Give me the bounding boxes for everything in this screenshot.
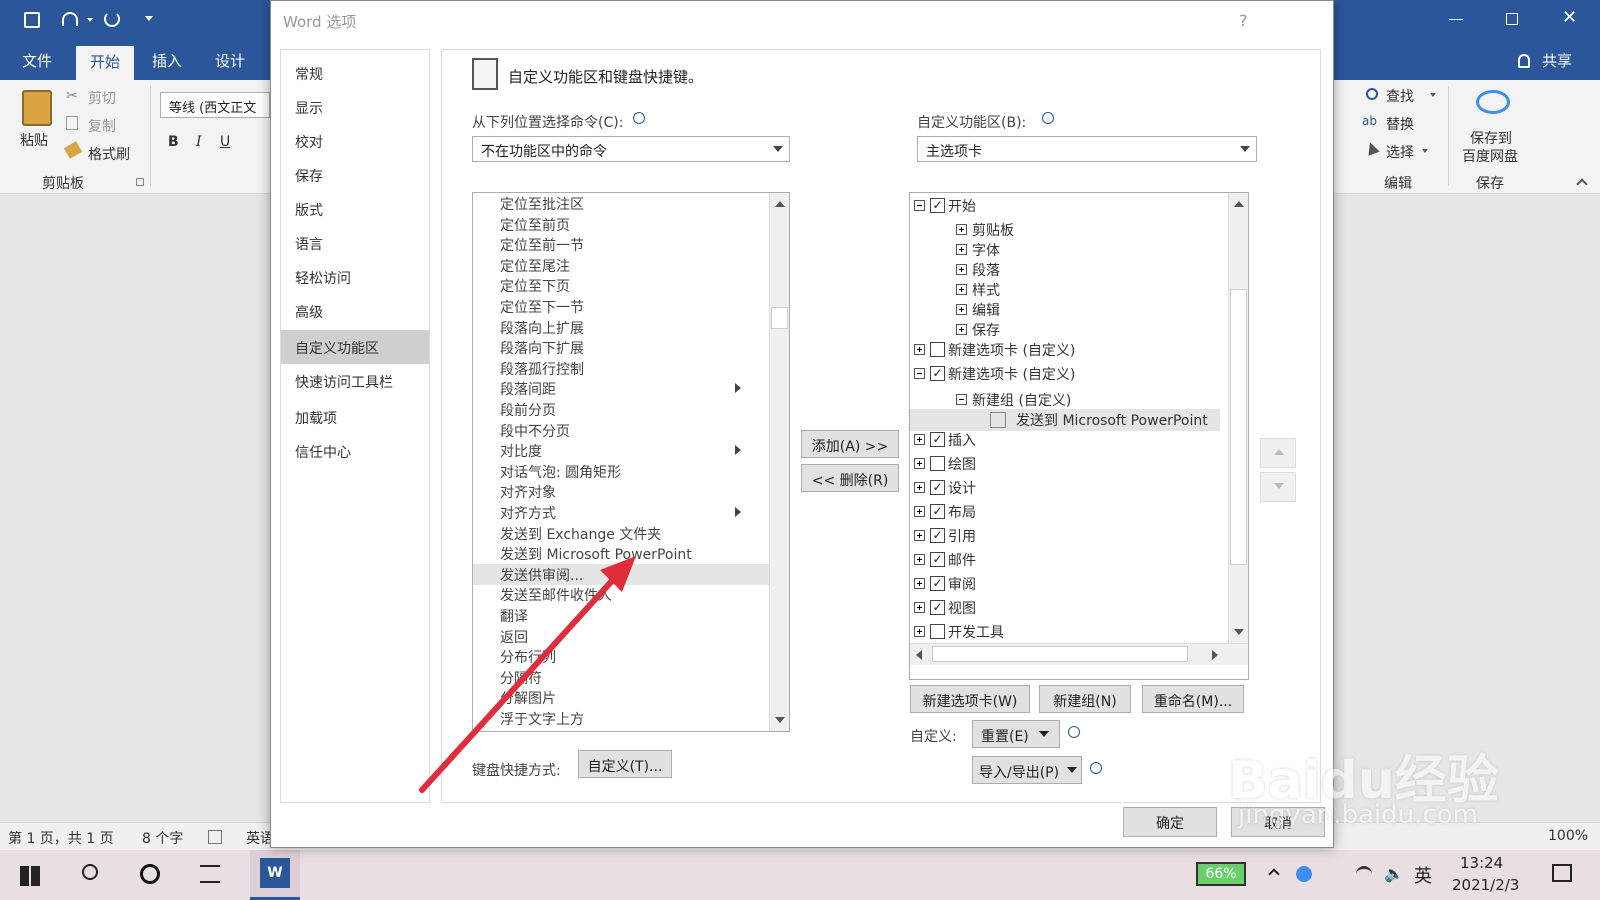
baidu-watermark: Baidu经验 jingyan.baidu.com [1228, 738, 1518, 838]
arrow-shaft [419, 569, 623, 793]
watermark-url: jingyan.baidu.com [1238, 800, 1478, 830]
